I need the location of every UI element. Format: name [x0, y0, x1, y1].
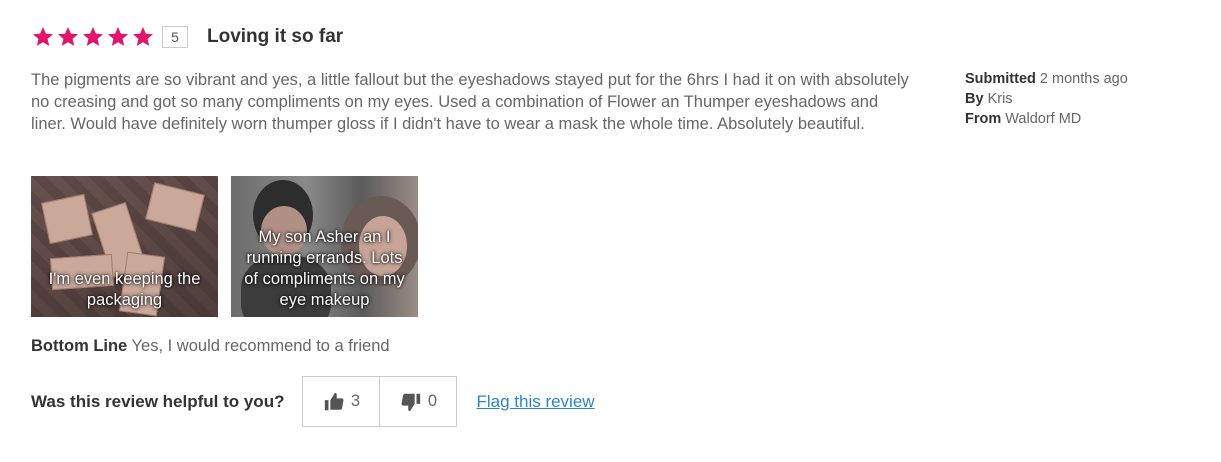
author-label: By — [965, 91, 984, 107]
flag-review-link[interactable]: Flag this review — [476, 392, 594, 412]
location-value: Waldorf MD — [1005, 111, 1082, 127]
helpful-row: Was this review helpful to you? 3 0 Flag… — [31, 376, 595, 427]
star-icon — [33, 27, 53, 46]
review-photos: I'm even keeping the packaging My son As… — [31, 176, 418, 317]
star-icon — [133, 27, 153, 46]
rating-value-badge: 5 — [162, 26, 188, 48]
star-rating — [31, 25, 155, 49]
vote-group: 3 0 — [302, 376, 458, 427]
review-body: The pigments are so vibrant and yes, a l… — [31, 71, 909, 133]
helpful-yes-button[interactable]: 3 — [303, 377, 379, 426]
review-title: Loving it so far — [207, 26, 344, 47]
helpful-yes-count: 3 — [350, 392, 361, 410]
helpful-no-button[interactable]: 0 — [379, 377, 456, 426]
star-icon — [58, 27, 78, 46]
author-row: By Kris — [965, 89, 1128, 109]
thumbs-down-icon — [401, 393, 421, 411]
star-icon — [108, 27, 128, 46]
thumbs-up-icon — [324, 392, 344, 410]
review-photo[interactable]: My son Asher an I running errands. Lots … — [231, 176, 418, 317]
helpful-question: Was this review helpful to you? — [31, 391, 285, 411]
bottom-line-value: Yes, I would recommend to a friend — [131, 337, 390, 355]
photo-caption: I'm even keeping the packaging — [48, 270, 201, 309]
review-photo[interactable]: I'm even keeping the packaging — [31, 176, 218, 317]
location-row: From Waldorf MD — [965, 109, 1128, 129]
star-icon — [83, 27, 103, 46]
photo-caption: My son Asher an I running errands. Lots … — [244, 228, 405, 309]
submitted-row: Submitted 2 months ago — [965, 69, 1128, 89]
review-meta: Submitted 2 months ago By Kris From Wald… — [965, 69, 1128, 129]
location-label: From — [965, 111, 1002, 127]
review-header: 5 Loving it so far — [31, 24, 343, 50]
submitted-label: Submitted — [965, 71, 1036, 87]
bottom-line-label: Bottom Line — [31, 337, 128, 355]
submitted-value: 2 months ago — [1039, 71, 1128, 87]
author-name: Kris — [987, 91, 1013, 107]
bottom-line: Bottom Line Yes, I would recommend to a … — [31, 337, 390, 356]
helpful-no-count: 0 — [427, 392, 438, 410]
